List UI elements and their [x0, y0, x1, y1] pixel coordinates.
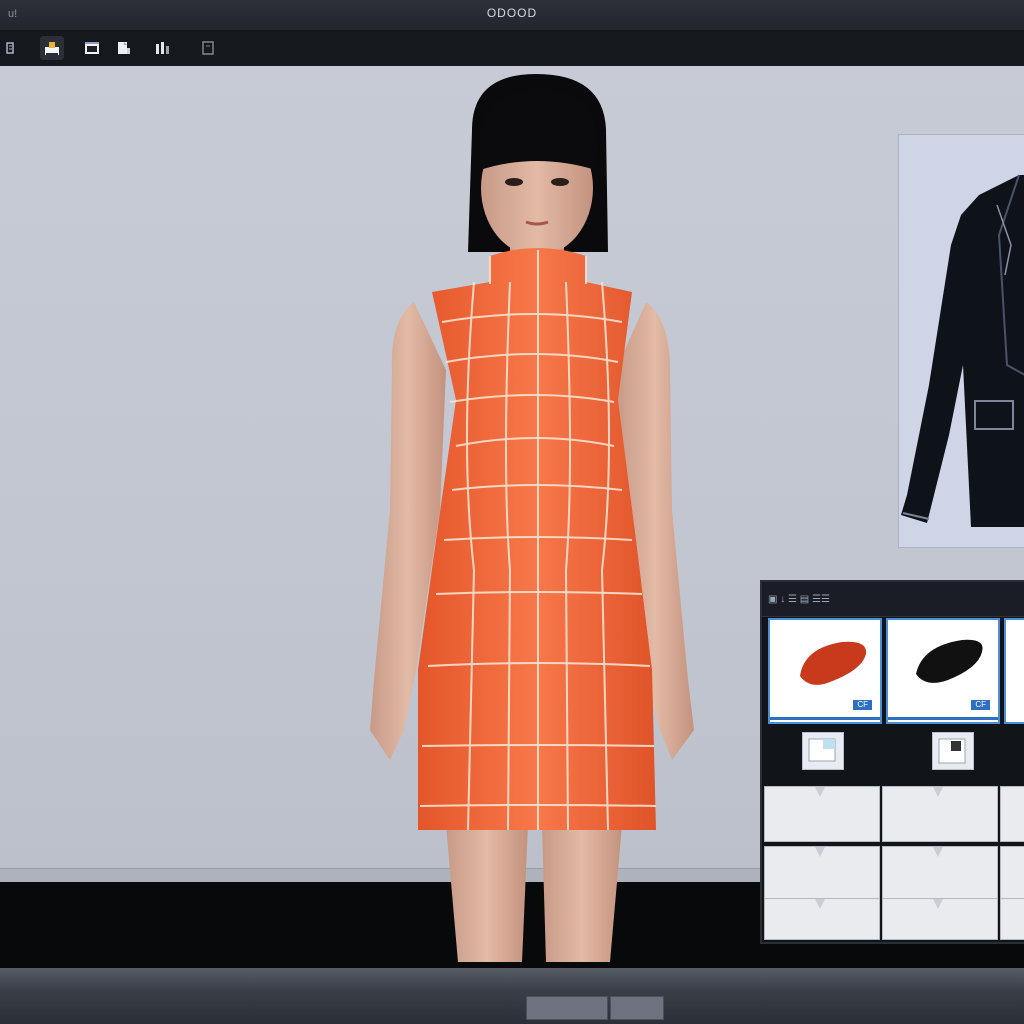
material-slot[interactable] [764, 898, 880, 940]
avatar-model[interactable] [360, 70, 700, 970]
library-item-tag: CF [971, 700, 990, 710]
material-slot[interactable] [1000, 846, 1024, 902]
material-slot[interactable] [882, 786, 998, 842]
material-slot[interactable] [764, 846, 880, 902]
fabric-tool-icon[interactable] [802, 732, 844, 770]
selection-underline [888, 717, 998, 720]
frame-icon[interactable] [196, 36, 220, 60]
bars-icon[interactable] [150, 36, 174, 60]
library-header-label: ▣ ↓ ☰ ▤ ☰☰ [768, 594, 830, 605]
status-bar [0, 968, 1024, 1024]
material-slot[interactable] [764, 786, 880, 842]
library-item-black-garment[interactable]: CF [886, 618, 1000, 724]
garment-library-panel: ▣ ↓ ☰ ▤ ☰☰ CF CF [760, 580, 1024, 944]
file-icon[interactable] [112, 36, 136, 60]
reference-jacket-image[interactable] [898, 134, 1024, 548]
material-slot[interactable] [1000, 898, 1024, 940]
selection-underline [770, 717, 880, 720]
timeline-segment[interactable] [526, 996, 608, 1020]
timeline-segment[interactable] [610, 996, 664, 1020]
library-header: ▣ ↓ ☰ ▤ ☰☰ [762, 582, 1024, 617]
title-bar: u! ODOOD [0, 0, 1024, 30]
window-title: ODOOD [486, 6, 538, 20]
image-icon[interactable] [80, 36, 104, 60]
pattern-tool-icon[interactable] [932, 732, 974, 770]
library-item-red-garment[interactable]: CF [768, 618, 882, 724]
library-item-tag: CF [853, 700, 872, 710]
panel-icon[interactable] [0, 36, 24, 60]
home-icon[interactable] [40, 36, 64, 60]
material-slot[interactable] [882, 846, 998, 902]
toolbar [0, 30, 1024, 67]
material-slot[interactable] [1000, 786, 1024, 842]
material-slot[interactable] [882, 898, 998, 940]
library-item-partial[interactable] [1004, 618, 1024, 724]
